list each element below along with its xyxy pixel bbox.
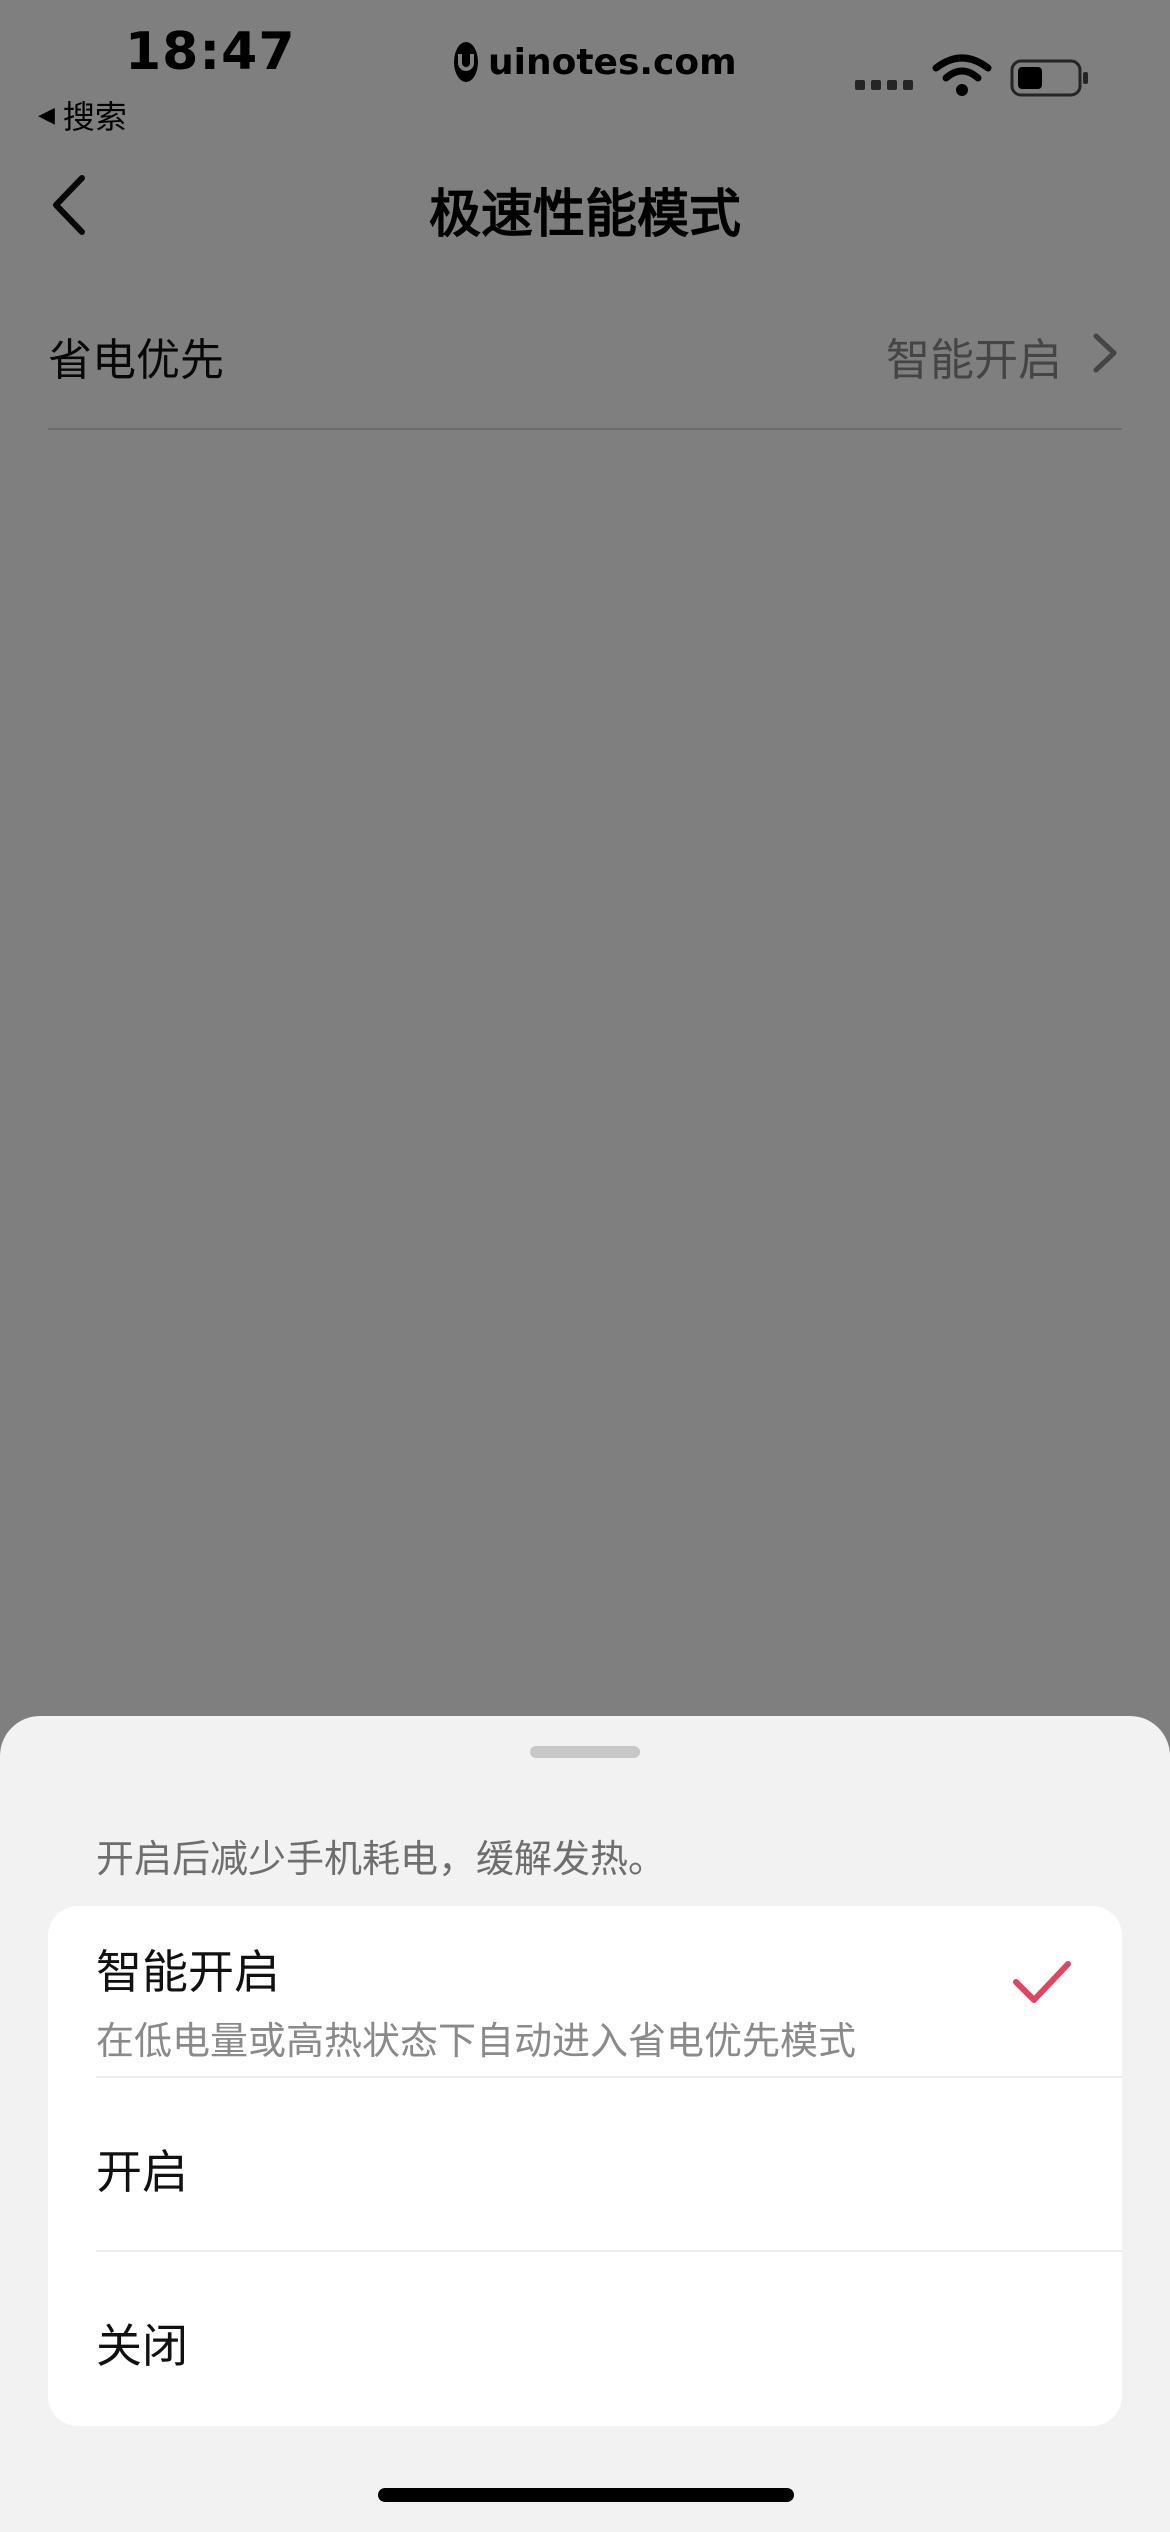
checkmark-icon — [1013, 1961, 1071, 2003]
option-title: 智能开启 — [96, 1945, 280, 1999]
option-title: 开启 — [96, 2145, 188, 2199]
options-list: 智能开启 在低电量或高热状态下自动进入省电优先模式 开启 关闭 — [48, 1906, 1122, 2426]
bottom-sheet: 开启后减少手机耗电，缓解发热。 智能开启 在低电量或高热状态下自动进入省电优先模… — [0, 1716, 1170, 2532]
option-title: 关闭 — [96, 2319, 188, 2373]
sheet-drag-handle[interactable] — [530, 1746, 640, 1758]
option-smart-on[interactable]: 智能开启 在低电量或高热状态下自动进入省电优先模式 — [48, 1906, 1122, 2078]
option-off[interactable]: 关闭 — [48, 2252, 1122, 2426]
option-subtitle: 在低电量或高热状态下自动进入省电优先模式 — [96, 2019, 857, 2063]
home-indicator[interactable] — [378, 2488, 794, 2502]
option-on[interactable]: 开启 — [48, 2078, 1122, 2252]
sheet-description: 开启后减少手机耗电，缓解发热。 — [96, 1837, 667, 1881]
